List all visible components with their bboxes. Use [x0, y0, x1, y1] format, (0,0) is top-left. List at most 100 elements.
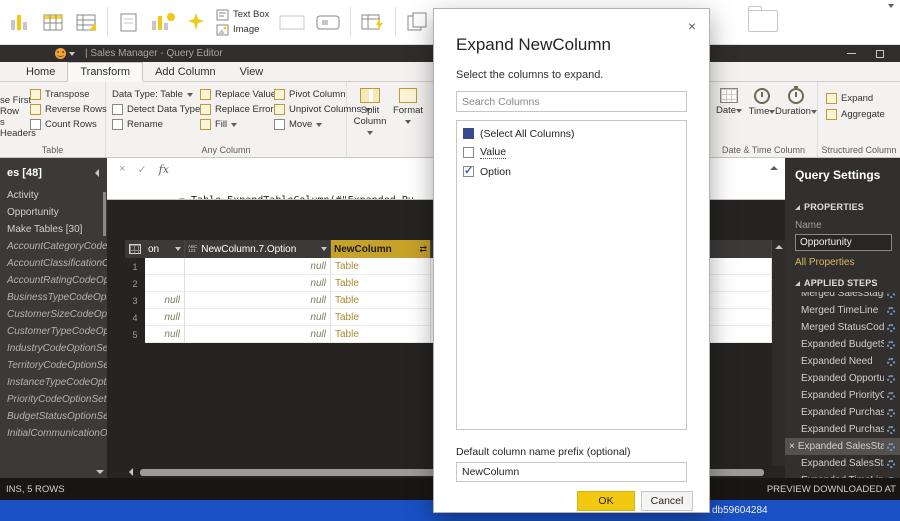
- move-button[interactable]: Move: [274, 118, 322, 131]
- cell[interactable]: null: [185, 275, 331, 292]
- split-column-button[interactable]: Split Column: [353, 85, 387, 138]
- applied-step[interactable]: Expanded OpportunityRati...: [785, 370, 900, 387]
- step-settings-gear-icon[interactable]: [887, 341, 895, 349]
- column-header-option[interactable]: ABC123NewColumn.7.Option: [185, 240, 331, 258]
- step-settings-gear-icon[interactable]: [887, 409, 895, 417]
- query-item[interactable]: CustomerSizeCodeOptio...: [0, 306, 107, 323]
- table-link[interactable]: Table: [335, 312, 359, 323]
- applied-step[interactable]: Expanded PriorityCode: [785, 387, 900, 404]
- pages-icon[interactable]: [405, 10, 431, 34]
- cell[interactable]: Table: [331, 275, 431, 292]
- refresh-table-icon[interactable]: [360, 10, 386, 34]
- column-chart-icon[interactable]: [8, 10, 32, 34]
- data-type-button[interactable]: Data Type: Table: [112, 88, 193, 101]
- fill-button[interactable]: Fill: [200, 118, 237, 131]
- expand-button[interactable]: Expand: [826, 92, 873, 105]
- collapse-pane-icon[interactable]: [95, 169, 99, 177]
- step-settings-gear-icon[interactable]: [887, 460, 895, 468]
- row-number[interactable]: 5: [125, 326, 145, 343]
- applied-step[interactable]: Merged StatusCode: [785, 319, 900, 336]
- quick-access-caret-icon[interactable]: [69, 52, 75, 56]
- filter-caret-icon[interactable]: [321, 247, 327, 251]
- cell[interactable]: null: [145, 292, 185, 309]
- row-number[interactable]: 1: [125, 258, 145, 275]
- query-item[interactable]: AccountCategoryCodeO...: [0, 238, 107, 255]
- image-button[interactable]: Image: [216, 24, 269, 36]
- scroll-left-icon[interactable]: [129, 468, 133, 476]
- feedback-smiley-icon[interactable]: [55, 48, 66, 59]
- query-item[interactable]: AccountRatingCodeOpti...: [0, 272, 107, 289]
- delete-step-icon[interactable]: ×: [789, 441, 795, 452]
- step-settings-gear-icon[interactable]: [887, 375, 895, 383]
- shapes-icon[interactable]: [278, 10, 306, 34]
- transpose-button[interactable]: Transpose: [30, 88, 90, 101]
- cell[interactable]: null: [185, 292, 331, 309]
- query-item[interactable]: Activity: [0, 187, 107, 204]
- row-number[interactable]: 2: [125, 275, 145, 292]
- detect-data-type-button[interactable]: Detect Data Type: [112, 103, 200, 116]
- query-item[interactable]: BusinessTypeCodeOptio...: [0, 289, 107, 306]
- option-value[interactable]: Value: [457, 143, 686, 162]
- query-item[interactable]: TerritoryCodeOptionSet: [0, 357, 107, 374]
- step-settings-gear-icon[interactable]: [887, 392, 895, 400]
- text-box-button[interactable]: Text Box: [216, 9, 269, 21]
- query-item[interactable]: AccountClassificationC...: [0, 255, 107, 272]
- report-page-icon[interactable]: [117, 10, 141, 34]
- tab-view[interactable]: View: [228, 63, 276, 81]
- maximize-button[interactable]: [876, 50, 884, 58]
- use-first-row-button[interactable]: se First Row s Headers: [0, 95, 40, 139]
- applied-step[interactable]: Expanded SalesStageCode: [785, 455, 900, 472]
- properties-section-header[interactable]: PROPERTIES: [785, 202, 900, 212]
- cell[interactable]: null: [185, 258, 331, 275]
- search-columns-input[interactable]: [456, 91, 687, 112]
- duration-button[interactable]: Duration: [774, 85, 818, 117]
- query-item[interactable]: PriorityCodeOptionSet: [0, 391, 107, 408]
- applied-step[interactable]: Expanded PurchaseProcess: [785, 404, 900, 421]
- replace-errors-button[interactable]: Replace Errors: [200, 103, 278, 116]
- commit-formula-icon[interactable]: ✓: [137, 163, 146, 176]
- row-number[interactable]: 4: [125, 309, 145, 326]
- step-settings-gear-icon[interactable]: [887, 358, 895, 366]
- checkbox-checked-icon[interactable]: [463, 166, 474, 177]
- applied-steps-section-header[interactable]: APPLIED STEPS: [785, 278, 900, 288]
- table-link[interactable]: Table: [335, 278, 359, 289]
- step-settings-gear-icon[interactable]: [887, 307, 895, 315]
- new-visual-icon[interactable]: [150, 10, 176, 34]
- expand-formula-bar-icon[interactable]: [763, 158, 785, 199]
- cell[interactable]: null: [185, 326, 331, 343]
- step-settings-gear-icon[interactable]: [887, 324, 895, 332]
- query-item[interactable]: Opportunity: [0, 204, 107, 221]
- rename-button[interactable]: Rename: [112, 118, 163, 131]
- count-rows-button[interactable]: Count Rows: [30, 118, 97, 131]
- cell[interactable]: null: [145, 326, 185, 343]
- tab-add-column[interactable]: Add Column: [143, 63, 228, 81]
- text-type-icon[interactable]: ABC123: [188, 245, 197, 253]
- table-link[interactable]: Table: [335, 329, 359, 340]
- cell[interactable]: [145, 275, 185, 292]
- grid-corner[interactable]: [125, 240, 145, 258]
- query-item[interactable]: InitialCommunicationO...: [0, 425, 107, 442]
- all-properties-link[interactable]: All Properties: [785, 257, 900, 268]
- scroll-down-icon[interactable]: [96, 470, 104, 474]
- cancel-formula-icon[interactable]: ×: [119, 163, 125, 175]
- folder-icon[interactable]: [748, 10, 778, 32]
- checkbox-indeterminate-icon[interactable]: [463, 128, 474, 139]
- format-button[interactable]: Format: [391, 85, 425, 127]
- table-link[interactable]: Table: [335, 261, 359, 272]
- queries-scrollbar[interactable]: [103, 192, 106, 236]
- ribbon-collapse-caret-icon[interactable]: [888, 4, 894, 8]
- date-button[interactable]: Date: [713, 85, 745, 116]
- checkbox-unchecked-icon[interactable]: [463, 147, 474, 158]
- query-item[interactable]: CustomerTypeCodeOpti...: [0, 323, 107, 340]
- step-settings-gear-icon[interactable]: [887, 426, 895, 434]
- pivot-column-button[interactable]: Pivot Column: [274, 88, 346, 101]
- cell[interactable]: [145, 258, 185, 275]
- cell[interactable]: null: [185, 309, 331, 326]
- minimize-button[interactable]: [847, 53, 856, 54]
- column-header-on[interactable]: on: [145, 240, 185, 258]
- query-item[interactable]: IndustryCodeOptionSet: [0, 340, 107, 357]
- query-name-input[interactable]: [795, 234, 892, 251]
- tab-home[interactable]: Home: [14, 63, 67, 81]
- aggregate-button[interactable]: Aggregate: [826, 108, 885, 121]
- tab-transform[interactable]: Transform: [67, 62, 143, 82]
